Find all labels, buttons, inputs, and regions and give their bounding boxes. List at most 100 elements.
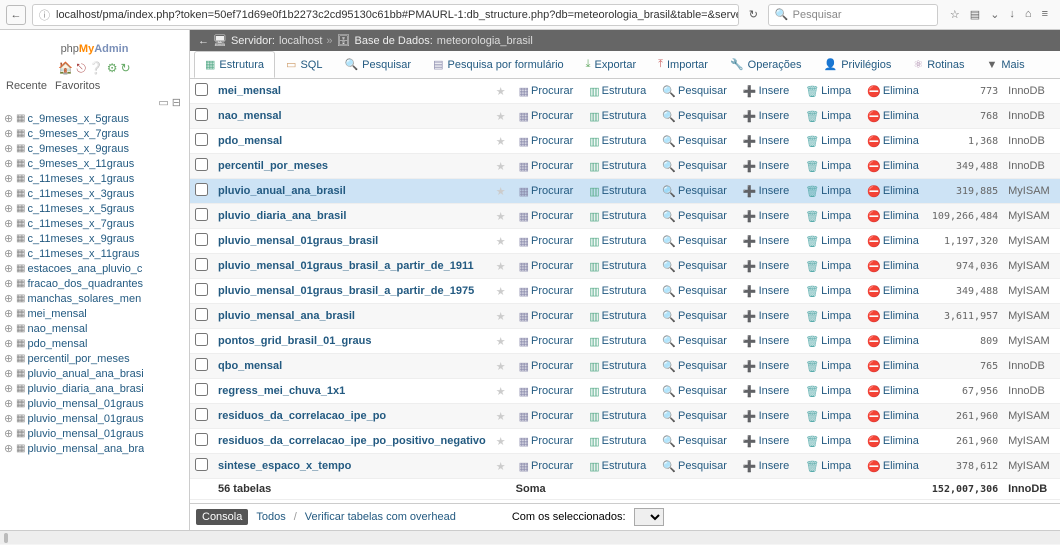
browse-action[interactable]: ▦ Procurar bbox=[516, 335, 577, 348]
drop-action[interactable]: ⛔ Elimina bbox=[864, 385, 922, 398]
empty-action[interactable]: 🗑 Limpa bbox=[802, 210, 854, 223]
sidebar-table-item[interactable]: ⊕▦fracao_dos_quadrantes bbox=[4, 276, 185, 291]
structure-action[interactable]: ▥ Estrutura bbox=[586, 110, 649, 123]
table-name[interactable]: residuos_da_correlacao_ipe_po_positivo_n… bbox=[218, 435, 486, 447]
expand-icon[interactable]: ⊕ bbox=[4, 367, 14, 380]
browse-action[interactable]: ▦ Procurar bbox=[516, 185, 577, 198]
sidebar-table-item[interactable]: ⊕▦c_9meses_x_11graus bbox=[4, 156, 185, 171]
table-name[interactable]: pluvio_mensal_01graus_brasil bbox=[218, 235, 378, 247]
star-icon[interactable]: ★ bbox=[496, 111, 506, 123]
row-checkbox[interactable] bbox=[195, 383, 208, 396]
drop-action[interactable]: ⛔ Elimina bbox=[864, 135, 922, 148]
table-name[interactable]: pontos_grid_brasil_01_graus bbox=[218, 335, 371, 347]
empty-action[interactable]: 🗑 Limpa bbox=[802, 410, 854, 423]
sidebar-table-item[interactable]: ⊕▦nao_mensal bbox=[4, 321, 185, 336]
sidebar-table-item[interactable]: ⊕▦estacoes_ana_pluvio_c bbox=[4, 261, 185, 276]
tab-privilegios[interactable]: 👤Privilégios bbox=[812, 51, 902, 78]
docs-icon[interactable]: ❔ bbox=[89, 61, 104, 76]
insert-action[interactable]: ➕ Insere bbox=[740, 235, 792, 248]
expand-icon[interactable]: ⊕ bbox=[4, 397, 14, 410]
sql-icon[interactable]: ⚙ bbox=[107, 61, 118, 76]
drop-action[interactable]: ⛔ Elimina bbox=[864, 460, 922, 473]
pocket-icon[interactable]: ⌄ bbox=[990, 8, 999, 21]
empty-action[interactable]: 🗑 Limpa bbox=[802, 335, 854, 348]
tab-importar[interactable]: ⤒Importar bbox=[647, 51, 719, 78]
browse-action[interactable]: ▦ Procurar bbox=[516, 160, 577, 173]
sidebar-table-item[interactable]: ⊕▦manchas_solares_men bbox=[4, 291, 185, 306]
insert-action[interactable]: ➕ Insere bbox=[740, 185, 792, 198]
row-checkbox[interactable] bbox=[195, 333, 208, 346]
star-icon[interactable]: ★ bbox=[496, 161, 506, 173]
tab-estrutura[interactable]: ▦Estrutura bbox=[194, 51, 275, 78]
tree-item-name[interactable]: pluvio_diaria_ana_brasi bbox=[27, 383, 143, 395]
search-action[interactable]: 🔍 Pesquisar bbox=[659, 160, 730, 173]
expand-icon[interactable]: ⊕ bbox=[4, 172, 14, 185]
star-icon[interactable]: ★ bbox=[496, 236, 506, 248]
insert-action[interactable]: ➕ Insere bbox=[740, 85, 792, 98]
empty-action[interactable]: 🗑 Limpa bbox=[802, 160, 854, 173]
downloads-icon[interactable]: ↓ bbox=[1009, 8, 1015, 21]
drop-action[interactable]: ⛔ Elimina bbox=[864, 410, 922, 423]
tab-pesquisa-form[interactable]: ▤Pesquisa por formulário bbox=[422, 51, 575, 78]
expand-icon[interactable]: ⊕ bbox=[4, 217, 14, 230]
row-checkbox[interactable] bbox=[195, 108, 208, 121]
insert-action[interactable]: ➕ Insere bbox=[740, 360, 792, 373]
structure-action[interactable]: ▥ Estrutura bbox=[586, 335, 649, 348]
expand-icon[interactable]: ⊕ bbox=[4, 427, 14, 440]
structure-action[interactable]: ▥ Estrutura bbox=[586, 435, 649, 448]
browse-action[interactable]: ▦ Procurar bbox=[516, 410, 577, 423]
star-icon[interactable]: ★ bbox=[496, 261, 506, 273]
expand-icon[interactable]: ⊕ bbox=[4, 202, 14, 215]
star-icon[interactable]: ★ bbox=[496, 386, 506, 398]
tab-exportar[interactable]: ⤓Exportar bbox=[575, 51, 647, 78]
empty-action[interactable]: 🗑 Limpa bbox=[802, 460, 854, 473]
tab-mais[interactable]: ▼Mais bbox=[976, 51, 1036, 78]
browse-action[interactable]: ▦ Procurar bbox=[516, 235, 577, 248]
db-tree[interactable]: ⊕▦c_9meses_x_5graus⊕▦c_9meses_x_7graus⊕▦… bbox=[0, 111, 189, 530]
browser-search[interactable]: 🔍 Pesquisar bbox=[768, 4, 938, 26]
row-checkbox[interactable] bbox=[195, 258, 208, 271]
sidebar-table-item[interactable]: ⊕▦c_11meses_x_7graus bbox=[4, 216, 185, 231]
sidebar-table-item[interactable]: ⊕▦c_9meses_x_5graus bbox=[4, 111, 185, 126]
search-action[interactable]: 🔍 Pesquisar bbox=[659, 435, 730, 448]
collapse-icon[interactable]: ▭ ⊟ bbox=[158, 97, 181, 109]
browse-action[interactable]: ▦ Procurar bbox=[516, 285, 577, 298]
browse-action[interactable]: ▦ Procurar bbox=[516, 210, 577, 223]
structure-action[interactable]: ▥ Estrutura bbox=[586, 185, 649, 198]
bc-db[interactable]: meteorologia_brasil bbox=[437, 35, 533, 47]
tree-item-name[interactable]: c_11meses_x_1graus bbox=[27, 173, 134, 185]
star-icon[interactable]: ★ bbox=[496, 436, 506, 448]
pma-logo[interactable]: phpMyAdmin bbox=[0, 30, 189, 59]
sidebar-table-item[interactable]: ⊕▦pluvio_anual_ana_brasi bbox=[4, 366, 185, 381]
empty-action[interactable]: 🗑 Limpa bbox=[802, 435, 854, 448]
sidebar-table-item[interactable]: ⊕▦c_11meses_x_5graus bbox=[4, 201, 185, 216]
row-checkbox[interactable] bbox=[195, 208, 208, 221]
search-action[interactable]: 🔍 Pesquisar bbox=[659, 410, 730, 423]
search-action[interactable]: 🔍 Pesquisar bbox=[659, 360, 730, 373]
expand-icon[interactable]: ⊕ bbox=[4, 352, 14, 365]
table-name[interactable]: pluvio_diaria_ana_brasil bbox=[218, 210, 346, 222]
sidebar-table-item[interactable]: ⊕▦pluvio_mensal_01graus bbox=[4, 396, 185, 411]
check-overhead-link[interactable]: Verificar tabelas com overhead bbox=[305, 511, 456, 523]
search-action[interactable]: 🔍 Pesquisar bbox=[659, 260, 730, 273]
table-name[interactable]: residuos_da_correlacao_ipe_po bbox=[218, 410, 386, 422]
star-icon[interactable]: ★ bbox=[496, 461, 506, 473]
insert-action[interactable]: ➕ Insere bbox=[740, 435, 792, 448]
table-name[interactable]: pluvio_mensal_01graus_brasil_a_partir_de… bbox=[218, 260, 474, 272]
star-icon[interactable]: ★ bbox=[496, 411, 506, 423]
tree-item-name[interactable]: pluvio_mensal_ana_bra bbox=[27, 443, 144, 455]
tree-item-name[interactable]: c_11meses_x_3graus bbox=[27, 188, 134, 200]
insert-action[interactable]: ➕ Insere bbox=[740, 110, 792, 123]
expand-icon[interactable]: ⊕ bbox=[4, 157, 14, 170]
star-icon[interactable]: ★ bbox=[496, 361, 506, 373]
insert-action[interactable]: ➕ Insere bbox=[740, 210, 792, 223]
menu-icon[interactable]: ≡ bbox=[1042, 8, 1048, 21]
search-action[interactable]: 🔍 Pesquisar bbox=[659, 210, 730, 223]
row-checkbox[interactable] bbox=[195, 183, 208, 196]
expand-icon[interactable]: ⊕ bbox=[4, 382, 14, 395]
structure-action[interactable]: ▥ Estrutura bbox=[586, 135, 649, 148]
insert-action[interactable]: ➕ Insere bbox=[740, 285, 792, 298]
sidebar-table-item[interactable]: ⊕▦pdo_mensal bbox=[4, 336, 185, 351]
structure-action[interactable]: ▥ Estrutura bbox=[586, 235, 649, 248]
expand-icon[interactable]: ⊕ bbox=[4, 112, 14, 125]
